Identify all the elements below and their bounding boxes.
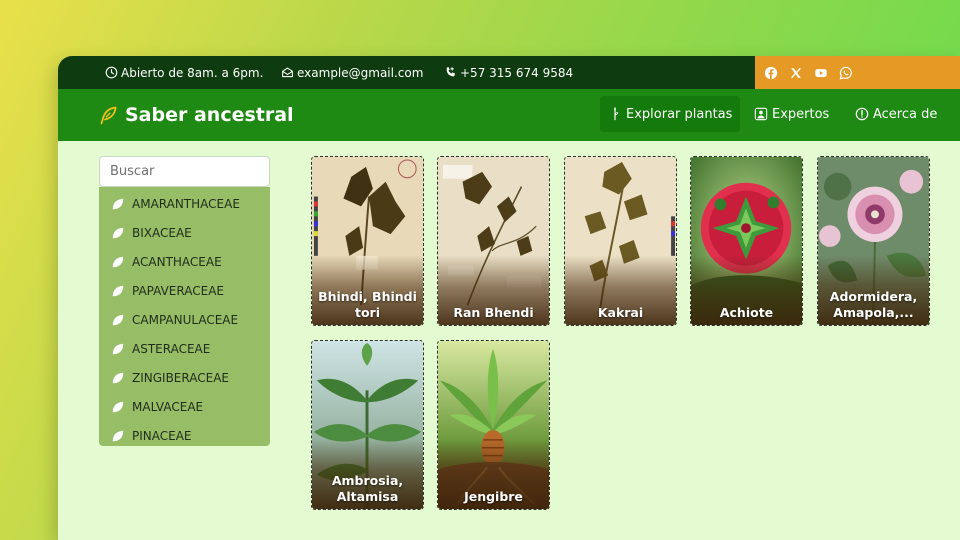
plant-name: Kakrai (597, 305, 644, 320)
leaf-icon (112, 198, 124, 209)
family-item-label: PINACEAE (132, 428, 192, 443)
users-icon (754, 107, 768, 121)
nav-explore-plants-label: Explorar plantas (626, 106, 733, 122)
family-item-label: ACANTHACEAE (132, 254, 222, 269)
contact-email-text: example@gmail.com (297, 65, 424, 80)
clock-icon (105, 66, 118, 79)
family-item-zingiberaceae[interactable]: ZINGIBERACEAE (99, 363, 270, 392)
leaf-icon (112, 372, 124, 383)
nav-about[interactable]: Acerca de (847, 96, 945, 132)
plant-icon (614, 107, 619, 121)
family-item-campanulaceae[interactable]: CAMPANULACEAE (99, 305, 270, 334)
family-item-bixaceae[interactable]: BIXACEAE (99, 218, 270, 247)
family-item-asteraceae[interactable]: ASTERACEAE (99, 334, 270, 363)
plant-name: Adormidera, Amapola,... (829, 289, 918, 320)
plant-name: Ran Bhendi (453, 305, 534, 320)
nav-explore-plants[interactable]: Explorar plantas (600, 96, 741, 132)
nav-experts[interactable]: Expertos (746, 96, 837, 132)
family-item-label: MALVACEAE (132, 399, 204, 414)
feather-icon (100, 106, 117, 124)
search-input[interactable] (99, 156, 270, 187)
nav-about-label: Acerca de (873, 106, 938, 122)
family-item-acanthaceae[interactable]: ACANTHACEAE (99, 247, 270, 276)
plant-card[interactable]: Achiote (690, 156, 803, 326)
plant-card[interactable]: Adormidera, Amapola,... (817, 156, 930, 326)
x-icon[interactable] (789, 66, 803, 80)
plant-name: Jengibre (464, 489, 523, 504)
family-item-label: PAPAVERACEAE (132, 283, 224, 298)
youtube-icon[interactable] (814, 66, 828, 80)
leaf-icon (112, 401, 124, 412)
family-item-label: BIXACEAE (132, 225, 192, 240)
app-window: Abierto de 8am. a 6pm. example@gmail.com… (58, 56, 960, 540)
plant-name: Ambrosia, Altamisa (331, 473, 404, 504)
opening-hours: Abierto de 8am. a 6pm. (105, 56, 263, 89)
leaf-icon (112, 256, 124, 267)
top-info-bar: Abierto de 8am. a 6pm. example@gmail.com… (58, 56, 960, 89)
main-navbar: Saber ancestral Explorar plantas Experto… (58, 89, 960, 141)
leaf-icon (112, 430, 124, 441)
plant-name: Achiote (719, 305, 774, 320)
contact-phone[interactable]: +57 315 674 9584 (444, 56, 573, 89)
info-icon (855, 107, 869, 121)
family-list: AMARANTHACEAE BIXACEAE ACANTHACEAE PAPAV… (99, 187, 270, 446)
social-links (755, 56, 960, 89)
plant-name: Bhindi, Bhindi tori (318, 289, 417, 320)
plant-card[interactable]: Bhindi, Bhindi tori (311, 156, 424, 326)
family-item-malvaceae[interactable]: MALVACEAE (99, 392, 270, 421)
leaf-icon (112, 285, 124, 296)
family-item-label: ASTERACEAE (132, 341, 211, 356)
contact-phone-text: +57 315 674 9584 (460, 65, 574, 80)
family-item-pinaceae[interactable]: PINACEAE (99, 421, 270, 450)
facebook-icon[interactable] (764, 66, 778, 80)
plant-card[interactable]: Ambrosia, Altamisa (311, 340, 424, 510)
family-item-amaranthaceae[interactable]: AMARANTHACEAE (99, 189, 270, 218)
mail-icon (282, 67, 293, 78)
phone-icon (446, 67, 455, 77)
brand-title: Saber ancestral (125, 104, 294, 126)
nav-experts-label: Expertos (772, 106, 830, 122)
leaf-icon (112, 343, 124, 354)
leaf-icon (112, 314, 124, 325)
family-item-label: ZINGIBERACEAE (132, 370, 229, 385)
plant-card[interactable]: Kakrai (564, 156, 677, 326)
family-item-papaveraceae[interactable]: PAPAVERACEAE (99, 276, 270, 305)
opening-hours-text: Abierto de 8am. a 6pm. (121, 65, 264, 80)
family-item-label: AMARANTHACEAE (132, 196, 240, 211)
plant-card[interactable]: Jengibre (437, 340, 550, 510)
family-item-label: CAMPANULACEAE (132, 312, 239, 327)
whatsapp-icon[interactable] (839, 66, 853, 80)
contact-email[interactable]: example@gmail.com (281, 56, 423, 89)
plant-card[interactable]: Ran Bhendi (437, 156, 550, 326)
brand[interactable]: Saber ancestral (98, 89, 294, 141)
leaf-icon (112, 227, 124, 238)
